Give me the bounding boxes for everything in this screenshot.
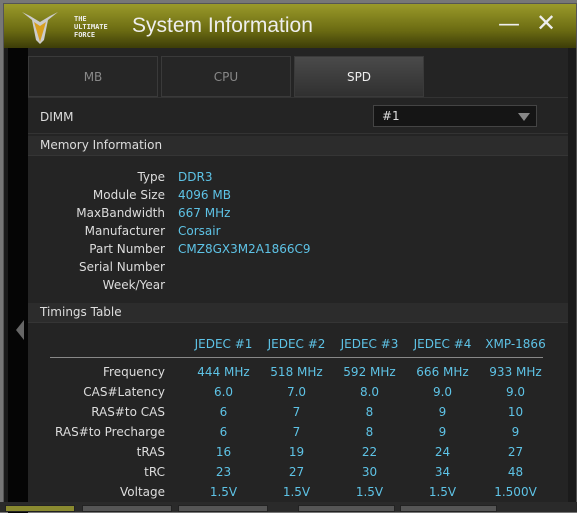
memory-field: Manufacturer Corsair <box>28 224 568 242</box>
divider <box>50 357 543 358</box>
memory-field: Week/Year <box>28 278 568 296</box>
timing-cell: 7.0 <box>286 385 307 399</box>
timing-cell: 9 <box>438 405 447 419</box>
memory-field: Serial Number <box>28 260 568 278</box>
timing-cell: 7 <box>292 425 301 439</box>
close-button[interactable]: ✕ <box>536 9 556 37</box>
memory-field: Type DDR3 <box>28 170 568 188</box>
dimm-label: DIMM <box>40 110 74 124</box>
field-value: Corsair <box>178 224 221 238</box>
timing-cell: 23 <box>215 465 232 479</box>
timing-cell: 518 MHz <box>270 365 323 379</box>
bottom-button[interactable] <box>298 505 395 512</box>
timing-cell: 1.5V <box>355 485 384 499</box>
arrow-left-icon[interactable] <box>16 320 24 340</box>
timing-cell: 9.0 <box>432 385 453 399</box>
field-label: Part Number <box>89 242 165 256</box>
timing-cell: 1.5V <box>282 485 311 499</box>
bottom-button[interactable] <box>400 505 497 512</box>
timing-cell: 27 <box>288 465 305 479</box>
timing-cell: 48 <box>507 465 524 479</box>
memory-info-header: Memory Information <box>28 136 568 156</box>
spd-panel: MB CPU SPD DIMM #1 Memory Information Ty… <box>28 48 568 503</box>
title-bar[interactable]: THE ULTIMATE FORCE System Information — ✕ <box>4 4 576 48</box>
field-value: 667 MHz <box>178 206 231 220</box>
timing-cell: 8.0 <box>359 385 380 399</box>
timing-cell: 666 MHz <box>416 365 469 379</box>
field-label: MaxBandwidth <box>76 206 165 220</box>
timing-cell: 6.0 <box>213 385 234 399</box>
system-information-window: THE ULTIMATE FORCE System Information — ✕ … <box>3 3 577 513</box>
field-label: Module Size <box>92 188 165 202</box>
tuf-logo-icon <box>22 12 58 44</box>
dimm-row: DIMM #1 <box>28 97 568 134</box>
timing-cell: 9.0 <box>505 385 526 399</box>
field-label: Manufacturer <box>84 224 165 238</box>
timing-cell: 16 <box>215 445 232 459</box>
row-label: RAS#to CAS <box>91 405 165 419</box>
timing-cell: 24 <box>434 445 451 459</box>
row-label: tRC <box>144 465 165 479</box>
row-label: tRAS <box>136 445 165 459</box>
field-value: DDR3 <box>178 170 213 184</box>
tab-cpu[interactable]: CPU <box>161 56 291 97</box>
row-label: RAS#to Precharge <box>55 425 165 439</box>
timing-cell: 27 <box>507 445 524 459</box>
logo-text: THE ULTIMATE FORCE <box>74 15 108 39</box>
column-header: JEDEC #2 <box>267 337 326 351</box>
timing-cell: 9 <box>438 425 447 439</box>
timing-cell: 7 <box>292 405 301 419</box>
timing-cell: 6 <box>219 405 228 419</box>
field-label: Week/Year <box>102 278 165 292</box>
field-label: Serial Number <box>79 260 165 274</box>
chevron-down-icon <box>518 113 530 121</box>
memory-field: Module Size 4096 MB <box>28 188 568 206</box>
dimm-value: #1 <box>382 109 400 123</box>
column-header: JEDEC #4 <box>413 337 472 351</box>
dimm-select[interactable]: #1 <box>373 105 537 127</box>
timings-header: Timings Table <box>28 303 568 323</box>
row-label: CAS#Latency <box>83 385 165 399</box>
tab-spd[interactable]: SPD <box>294 56 424 97</box>
field-label: Type <box>137 170 165 184</box>
timing-cell: 8 <box>365 405 374 419</box>
timing-cell: 10 <box>507 405 524 419</box>
column-header: JEDEC #1 <box>194 337 253 351</box>
column-header: XMP-1866 <box>485 337 546 351</box>
bottom-button[interactable] <box>5 505 75 512</box>
tab-mb[interactable]: MB <box>28 56 158 97</box>
window-title: System Information <box>132 14 313 37</box>
timing-cell: 8 <box>365 425 374 439</box>
row-label: Voltage <box>119 485 165 499</box>
bottom-button[interactable] <box>178 505 268 512</box>
timing-cell: 1.5V <box>428 485 457 499</box>
timing-cell: 34 <box>434 465 451 479</box>
minimize-button[interactable]: — <box>498 12 520 37</box>
timing-cell: 6 <box>219 425 228 439</box>
field-value: CMZ8GX3M2A1866C9 <box>178 242 311 256</box>
timing-cell: 444 MHz <box>197 365 250 379</box>
timing-cell: 9 <box>511 425 520 439</box>
field-value: 4096 MB <box>178 188 231 202</box>
timing-cell: 1.5V <box>209 485 238 499</box>
timing-cell: 19 <box>288 445 305 459</box>
timing-cell: 22 <box>361 445 378 459</box>
memory-field: Part Number CMZ8GX3M2A1866C9 <box>28 242 568 260</box>
timing-cell: 1.500V <box>494 485 537 499</box>
timing-cell: 30 <box>361 465 378 479</box>
memory-field: MaxBandwidth 667 MHz <box>28 206 568 224</box>
row-label: Frequency <box>103 365 165 379</box>
timing-cell: 592 MHz <box>343 365 396 379</box>
column-header: JEDEC #3 <box>340 337 399 351</box>
bottom-button[interactable] <box>82 505 172 512</box>
timing-cell: 933 MHz <box>489 365 542 379</box>
side-panel <box>8 48 28 513</box>
